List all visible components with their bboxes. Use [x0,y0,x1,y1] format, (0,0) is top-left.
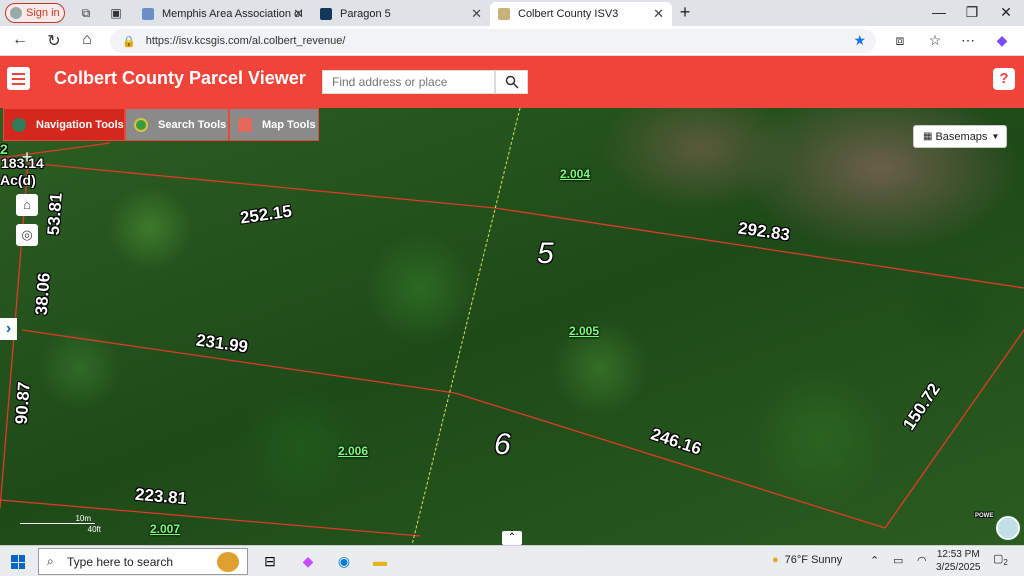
taskbar-search-input[interactable]: ⌕ Type here to search [38,548,248,575]
chevron-right-icon: › [5,320,12,337]
caret-down-icon: ▼ [991,132,1000,141]
tab-favicon-icon [498,8,510,20]
home-icon: ⌂ [23,197,31,212]
grid-icon: ▦ [923,131,933,142]
tab-memphis[interactable]: Memphis Area Association of REA✕ [134,2,312,26]
taskbar: ⌕ Type here to search ⊟ ◆ ◉ ▬ ● 76°F Sunn… [0,545,1024,576]
app-title: Colbert County Parcel Viewer [54,68,306,88]
url-field[interactable]: 🔒 https://isv.kcsgis.com/al.colbert_reve… [110,29,876,53]
home-icon[interactable]: ⌂ [77,31,97,49]
parcel-id-label[interactable]: 2.007 [150,522,180,536]
parcel-id-label[interactable]: 2.006 [338,444,368,458]
weather-icon: ● [772,554,779,566]
map-view[interactable]: Navigation Tools Search Tools Map Tools … [0,108,1024,545]
favorites-icon[interactable]: ☆ [925,32,945,49]
dimension-label: 53.81 [43,192,66,236]
menu-button[interactable] [7,67,30,90]
windows-start-icon[interactable] [11,555,25,569]
lot-number-label: 6 [494,428,511,461]
map-tools-icon [238,117,252,132]
tab-navigation-tools[interactable]: Navigation Tools [3,108,125,141]
address-bar: ← ↻ ⌂ 🔒 https://isv.kcsgis.com/al.colber… [0,26,1024,56]
parcel-boundary [494,207,1024,289]
esri-logo-icon [996,516,1020,540]
notifications-button[interactable]: ▢2 [993,552,1008,567]
locate-icon: ◎ [21,227,33,242]
locate-button[interactable]: ◎ [16,224,38,246]
edge-browser-icon[interactable]: ◉ [334,551,354,571]
tab-actions-icon[interactable]: ▣ [108,5,124,21]
globe-icon [12,117,26,132]
tab-favicon-icon [142,8,154,20]
search-button[interactable] [495,70,528,94]
workspaces-icon[interactable]: ⧉ [78,5,94,21]
tab-map-tools[interactable]: Map Tools [229,108,319,141]
file-explorer-icon[interactable]: ▬ [370,551,390,571]
battery-icon[interactable]: ▭ [893,554,903,567]
parcel-boundary [27,162,496,209]
close-tab-icon[interactable]: ✕ [471,6,482,22]
scale-bar: 10m 40ft [20,514,105,534]
parcel-id-label[interactable]: 2.004 [560,167,590,181]
browser-tab-bar: Sign in ⧉ ▣ Memphis Area Association of … [0,0,1024,26]
copilot-app-icon[interactable]: ◆ [298,551,318,571]
sign-in-button[interactable]: Sign in [5,3,65,23]
collapse-panel-button[interactable]: ⌃ [502,531,522,545]
parcel-boundary [454,392,886,529]
weather-widget[interactable]: ● 76°F Sunny [772,554,842,566]
search-highlight-icon [217,552,239,572]
close-window-icon[interactable]: ✕ [996,4,1016,21]
dimension-label: 38.06 [31,272,54,316]
tab-paragon[interactable]: Paragon 5 ✕ [312,2,490,26]
show-hidden-icons[interactable]: ⌃ [870,554,879,567]
scale-imperial: 40ft [87,525,101,534]
restore-icon[interactable]: ❐ [962,4,982,21]
favorite-star-icon[interactable]: ★ [853,32,866,49]
refresh-icon[interactable]: ↻ [44,31,64,51]
system-clock[interactable]: 12:53 PM 3/25/2025 [936,548,981,574]
back-icon[interactable]: ← [10,31,30,49]
app-header: Colbert County Parcel Viewer ? [0,56,1024,108]
chevron-up-icon: ⌃ [507,532,517,543]
tab-favicon-icon [320,8,332,20]
task-view-icon[interactable]: ⊟ [260,551,280,571]
help-button[interactable]: ? [993,68,1015,90]
scale-metric: 10m [20,514,95,524]
minimize-icon[interactable]: — [929,4,949,20]
close-tab-icon[interactable]: ✕ [653,6,664,22]
notification-icon: ▢ [993,553,1004,565]
parcel-boundary-dashed [411,108,521,545]
copilot-icon[interactable]: ◆ [992,32,1012,49]
search-tools-icon [134,117,148,132]
extensions-icon[interactable]: ⧈ [890,32,910,49]
parcel-boundary [884,329,1024,529]
powered-by-label: POWE [975,513,994,519]
basemaps-button[interactable]: ▦ Basemaps ▼ [913,125,1007,148]
acreage-unit-label: Ac(d) [0,172,36,188]
lock-icon: 🔒 [122,35,136,48]
wifi-icon[interactable]: ◠ [917,554,927,567]
home-extent-button[interactable]: ⌂ [16,194,38,216]
more-options-icon[interactable]: ⋯ [958,32,978,49]
new-tab-icon[interactable]: + [675,2,695,23]
side-panel-toggle[interactable]: › [0,318,17,340]
tab-search-tools[interactable]: Search Tools [125,108,229,141]
tab-colbert[interactable]: Colbert County ISV3 ✕ [490,2,672,26]
search-input[interactable] [322,70,495,94]
parcel-lines [0,108,1024,545]
search-icon: ⌕ [47,554,54,568]
lot-number-label: 5 [537,237,554,270]
avatar [10,7,22,19]
acreage-label: 183.14 [1,155,44,171]
parcel-id-label[interactable]: 2.005 [569,324,599,338]
close-tab-icon[interactable]: ✕ [293,6,304,22]
dimension-label: 90.87 [11,381,34,425]
search-icon [505,75,519,89]
